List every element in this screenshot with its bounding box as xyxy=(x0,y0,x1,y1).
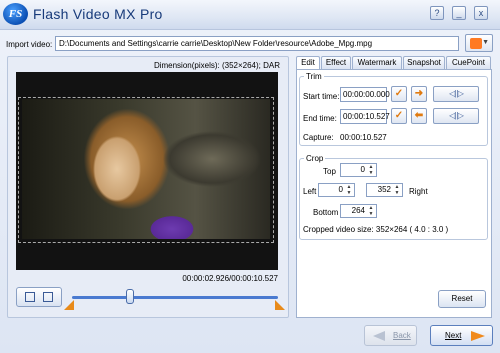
crop-left-spinner[interactable]: 0 ▲ ▼ xyxy=(318,183,355,197)
step-arrows-icon: ◁| |▷ xyxy=(449,89,464,98)
tab-effect[interactable]: Effect xyxy=(321,56,351,69)
crop-right-label: Right xyxy=(409,187,428,196)
crop-left-label: Left xyxy=(303,187,317,196)
time-display: 00:00:02.926/00:00:10.527 xyxy=(182,274,278,283)
end-time-label: End time: xyxy=(303,114,337,123)
tab-snapshot[interactable]: Snapshot xyxy=(403,56,445,69)
app-title: Flash Video MX Pro xyxy=(33,6,163,22)
goto-start-button[interactable]: ➜ xyxy=(411,86,427,102)
folder-icon xyxy=(470,38,482,49)
crop-top-value: 0 xyxy=(360,165,365,174)
import-video-label: Import video: xyxy=(6,40,53,49)
back-button[interactable]: Back xyxy=(364,325,417,346)
end-time-input[interactable]: 00:00:10.527 xyxy=(340,109,390,124)
crop-bottom-label: Bottom xyxy=(313,208,339,217)
timeline-track[interactable] xyxy=(72,296,278,299)
capture-label: Capture: xyxy=(303,133,334,142)
pause-icon xyxy=(25,292,35,302)
set-end-button[interactable]: ✓ xyxy=(391,108,407,124)
crop-bottom-value: 264 xyxy=(351,206,365,215)
tab-edit[interactable]: Edit xyxy=(296,56,320,70)
trim-title: Trim xyxy=(304,72,324,81)
arrow-right-icon xyxy=(471,331,485,341)
title-bar[interactable]: FS Flash Video MX Pro ? _ x xyxy=(0,0,500,30)
tab-cuepoint[interactable]: CuePoint xyxy=(446,56,491,69)
next-label: Next xyxy=(445,331,462,340)
crop-region-outline[interactable] xyxy=(18,97,274,243)
crop-top-label: Top xyxy=(323,167,336,176)
checkmark-icon: ✓ xyxy=(394,110,404,121)
reset-button[interactable]: Reset xyxy=(438,290,486,308)
crop-title: Crop xyxy=(304,154,326,163)
timeline-thumb[interactable] xyxy=(125,289,134,304)
import-path-input[interactable]: D:\Documents and Settings\carrie carrie\… xyxy=(55,36,459,51)
next-button[interactable]: Next xyxy=(430,325,493,346)
trim-start-marker[interactable] xyxy=(64,300,74,310)
browse-button[interactable]: ▼ xyxy=(465,34,493,52)
app-window: FS Flash Video MX Pro ? _ x Import video… xyxy=(0,0,500,353)
crop-right-value: 352 xyxy=(377,185,391,194)
tab-watermark[interactable]: Watermark xyxy=(352,56,402,69)
checkmark-icon: ✓ xyxy=(394,88,404,99)
arrow-left-icon xyxy=(373,331,385,341)
play-pause-button[interactable] xyxy=(16,287,62,307)
spinner-arrows-icon[interactable]: ▲ ▼ xyxy=(367,205,375,217)
step-arrows-icon: ◁| |▷ xyxy=(449,111,464,120)
arrow-left-icon: ⬅ xyxy=(414,110,424,121)
arrow-right-icon: ➜ xyxy=(414,88,424,99)
chevron-down-icon: ▼ xyxy=(482,39,489,46)
app-logo-icon: FS xyxy=(3,3,28,25)
close-button[interactable]: x xyxy=(474,6,488,20)
crop-left-value: 0 xyxy=(338,185,343,194)
crop-top-spinner[interactable]: 0 ▲ ▼ xyxy=(340,163,377,177)
goto-end-button[interactable]: ⬅ xyxy=(411,108,427,124)
set-start-button[interactable]: ✓ xyxy=(391,86,407,102)
trim-end-marker[interactable] xyxy=(275,300,285,310)
capture-value: 00:00:10.527 xyxy=(340,133,387,142)
step-start-buttons[interactable]: ◁| |▷ xyxy=(433,86,479,102)
help-button[interactable]: ? xyxy=(430,6,444,20)
spinner-arrows-icon[interactable]: ▲ ▼ xyxy=(393,184,401,196)
spinner-arrows-icon[interactable]: ▲ ▼ xyxy=(367,164,375,176)
step-end-buttons[interactable]: ◁| |▷ xyxy=(433,108,479,124)
back-label: Back xyxy=(393,331,411,340)
start-time-input[interactable]: 00:00:00.000 xyxy=(340,87,390,102)
stop-icon xyxy=(43,292,53,302)
dimension-readout: Dimension(pixels): (352×264); DAR xyxy=(153,61,280,70)
crop-right-spinner[interactable]: 352 ▲ ▼ xyxy=(366,183,403,197)
cropped-size-text: Cropped video size: 352×264 ( 4.0 : 3.0 … xyxy=(303,225,449,234)
start-time-label: Start time: xyxy=(303,92,340,101)
minimize-button[interactable]: _ xyxy=(452,6,466,20)
crop-bottom-spinner[interactable]: 264 ▲ ▼ xyxy=(340,204,377,218)
spinner-arrows-icon[interactable]: ▲ ▼ xyxy=(345,184,353,196)
tab-bar: Edit Effect Watermark Snapshot CuePoint xyxy=(296,56,492,70)
